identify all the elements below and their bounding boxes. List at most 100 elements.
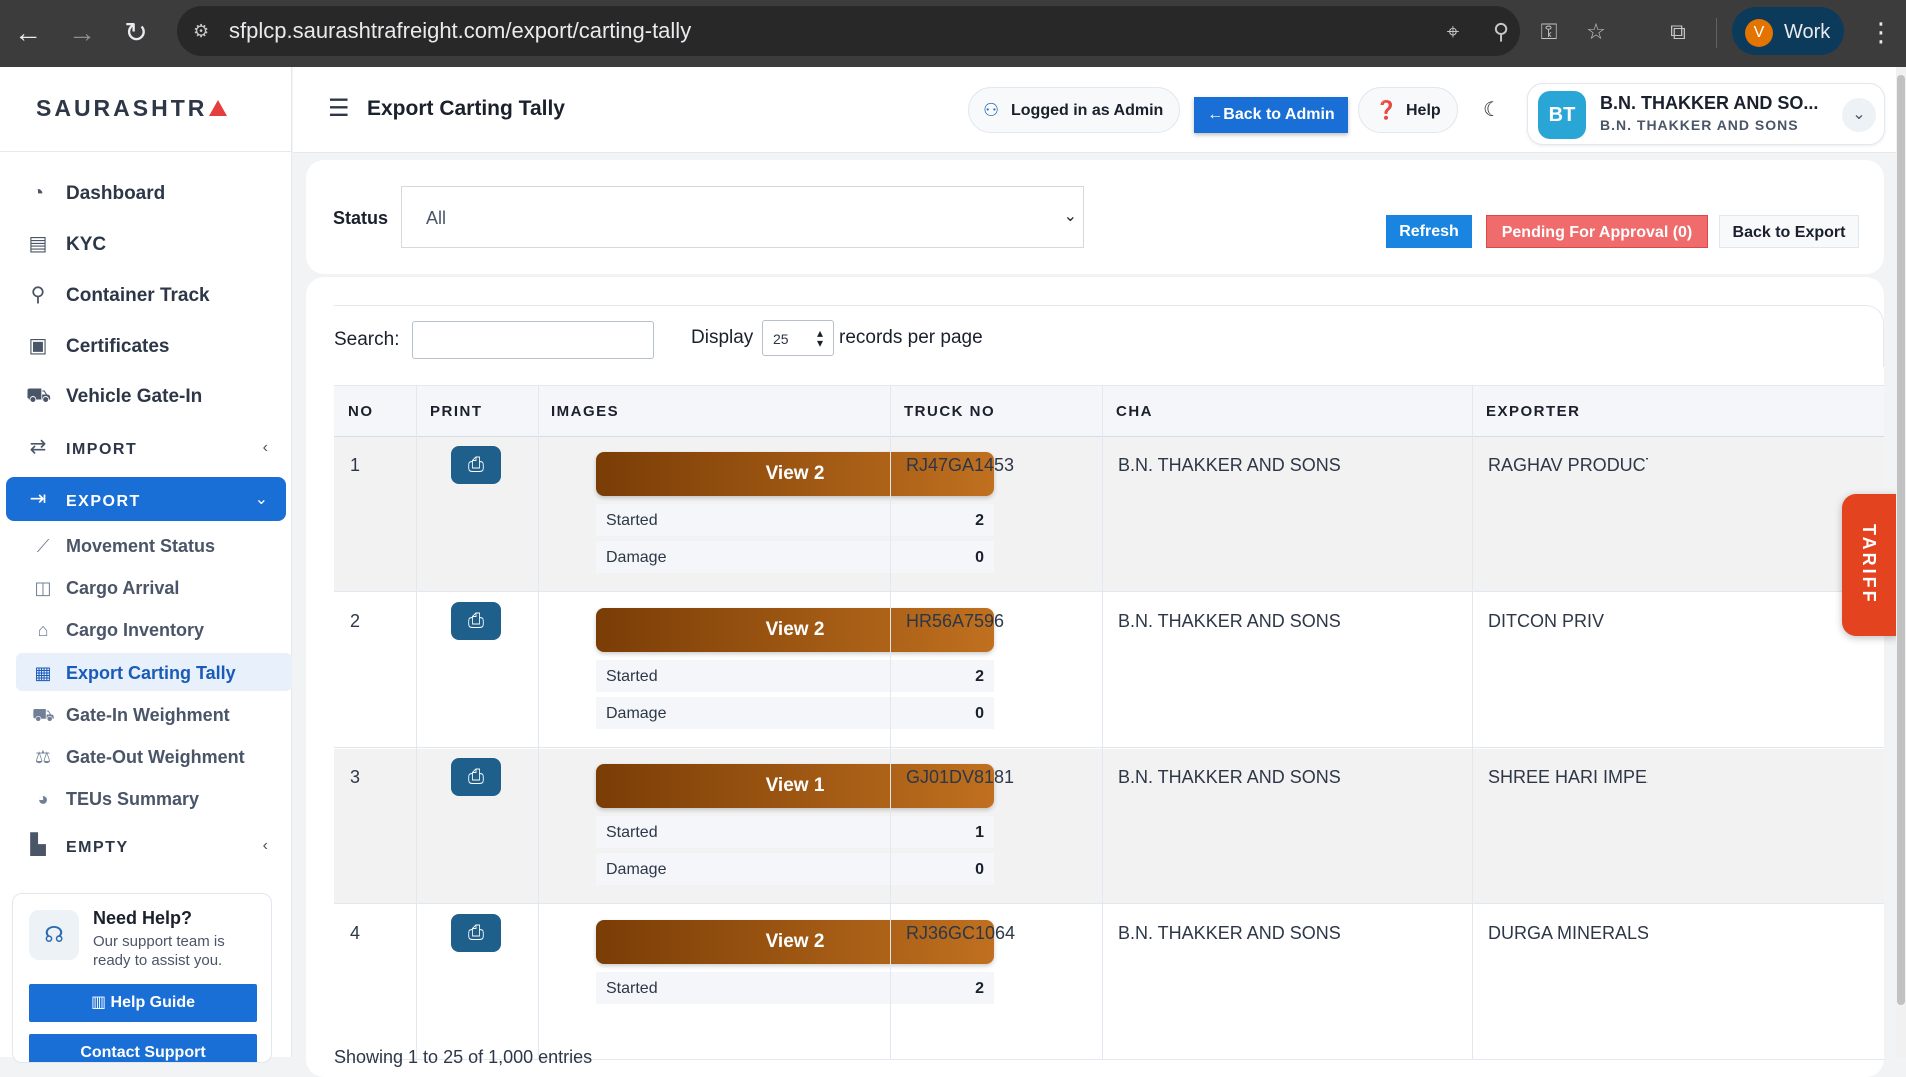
sidebar-sub-label: Movement Status <box>66 536 216 556</box>
help-guide-button[interactable]: ▥ Help Guide <box>29 984 257 1022</box>
line-chart-icon: ⟋ <box>36 536 50 556</box>
scrollbar-thumb[interactable] <box>1897 75 1905 1005</box>
sort-arrows-icon: ▴ ▾ <box>816 326 823 350</box>
logo-divider <box>0 151 292 152</box>
page-header: ☰ Export Carting Tally ⚇ Logged in as Ad… <box>293 67 1906 153</box>
key-icon[interactable]: ⚿ <box>1535 18 1563 46</box>
table-row: 2 ⎙ View 2 Started 2 Damage 0 HR56A7596 B.… <box>334 593 1884 748</box>
search-input[interactable] <box>412 321 654 359</box>
print-button[interactable]: ⎙ <box>451 602 501 640</box>
sidebar-sub-cargo-inventory[interactable]: ⌂ Cargo Inventory <box>16 610 292 648</box>
site-info-icon[interactable]: ⚙ <box>193 19 217 43</box>
chevron-down-icon[interactable]: ⌄ <box>1842 98 1876 132</box>
column-header-truck-no[interactable]: TRUCK NO <box>904 404 995 420</box>
started-value: 1 <box>975 824 984 841</box>
sidebar-sub-movement-status[interactable]: ⟋ Movement Status <box>16 526 292 564</box>
print-button[interactable]: ⎙ <box>451 446 501 484</box>
print-button[interactable]: ⎙ <box>451 758 501 796</box>
search-label: Search: <box>334 329 400 350</box>
printer-icon: ⎙ <box>468 766 484 788</box>
toolbar-divider <box>1716 18 1717 48</box>
column-divider <box>1472 385 1473 1060</box>
pie-chart-icon: ◕ <box>37 789 49 809</box>
display-label: Display <box>691 327 754 348</box>
back-arrow-icon[interactable]: ← <box>8 13 48 53</box>
reload-icon[interactable]: ↻ <box>116 13 156 53</box>
damage-value: 0 <box>975 549 984 566</box>
printer-icon: ⎙ <box>468 922 484 944</box>
profile-label: Work <box>1784 21 1831 43</box>
chevron-down-icon: ⌄ <box>254 491 268 508</box>
damage-value: 0 <box>975 705 984 722</box>
sidebar-item-vehicle-gate-in[interactable]: ⛟ Vehicle Gate-In <box>6 374 286 418</box>
url-text[interactable]: sfplcp.saurashtrafreight.com/export/cart… <box>229 18 691 44</box>
column-header-print[interactable]: PRINT <box>430 404 483 420</box>
refresh-button[interactable]: Refresh <box>1386 215 1472 248</box>
kyc-icon: ▤ <box>28 233 48 255</box>
user-company: B.N. THAKKER AND SONS <box>1600 117 1799 133</box>
profile-button[interactable]: V Work <box>1732 7 1844 55</box>
print-button[interactable]: ⎙ <box>451 914 501 952</box>
clipboard-list-icon: ▦ <box>34 663 52 683</box>
zoom-icon[interactable]: ⚲ <box>1487 18 1515 46</box>
tariff-tab[interactable]: TARIFF <box>1842 494 1898 636</box>
back-to-export-button[interactable]: Back to Export <box>1719 215 1859 248</box>
damage-value: 0 <box>975 861 984 878</box>
sidebar: SAURASHTR ◔ Dashboard ▤ KYC ⚲ Container … <box>0 67 292 1063</box>
contact-support-label: Contact Support <box>80 1044 206 1061</box>
hamburger-menu-icon[interactable]: ☰ <box>328 97 350 121</box>
export-icon: ⇥ <box>29 488 47 510</box>
truck-no: RJ47GA1453 <box>906 455 1015 475</box>
browser-menu-icon[interactable]: ⋮ <box>1868 14 1894 50</box>
started-label: Started <box>606 980 658 997</box>
swap-arrows-icon: ⇄ <box>29 436 47 458</box>
brand-logo[interactable]: SAURASHTR <box>36 95 228 122</box>
status-select[interactable]: All ⌄ <box>401 186 1084 248</box>
column-header-cha[interactable]: CHA <box>1116 404 1153 420</box>
forward-arrow-icon[interactable]: → <box>62 13 102 53</box>
sidebar-item-certificates[interactable]: ▣ Certificates <box>6 324 286 368</box>
sidebar-sub-cargo-arrival[interactable]: ◫ Cargo Arrival <box>16 568 292 606</box>
user-menu[interactable]: BT B.N. THAKKER AND SO... B.N. THAKKER A… <box>1527 83 1885 145</box>
back-to-admin-button[interactable]: ←Back to Admin <box>1194 97 1348 133</box>
sidebar-sub-teus-summary[interactable]: ◕ TEUs Summary <box>16 779 292 817</box>
page-scrollbar[interactable] <box>1896 67 1906 1057</box>
sidebar-item-kyc[interactable]: ▤ KYC <box>6 222 286 266</box>
sidebar-sub-export-carting-tally[interactable]: ▦ Export Carting Tally <box>16 653 292 691</box>
help-button[interactable]: ❓ Help <box>1358 87 1458 133</box>
sidebar-item-import[interactable]: ⇄ IMPORT ‹ <box>6 425 286 469</box>
sidebar-item-export[interactable]: ⇥ EXPORT ⌄ <box>6 477 286 521</box>
chevron-down-icon: ⌄ <box>1063 208 1077 225</box>
printer-icon: ⎙ <box>468 610 484 632</box>
column-divider <box>416 385 417 1060</box>
sidebar-item-label: Certificates <box>66 336 170 357</box>
started-count: Started 1 <box>596 816 994 848</box>
sidebar-item-empty[interactable]: ▙ EMPTY ‹ <box>6 823 286 867</box>
started-label: Started <box>606 668 658 685</box>
help-guide-label: Help Guide <box>110 994 195 1011</box>
sidebar-sub-gate-in-weighment[interactable]: ⛟ Gate-In Weighment <box>16 695 292 733</box>
table-header-row: NO PRINT IMAGES TRUCK NO CHA EXPORTER <box>334 385 1884 437</box>
chevron-left-icon: ‹ <box>262 439 268 456</box>
location-icon[interactable]: ⌖ <box>1439 18 1467 46</box>
column-header-exporter[interactable]: EXPORTER <box>1486 404 1581 420</box>
pending-approval-button[interactable]: Pending For Approval (0) <box>1486 215 1708 248</box>
logo-text: SAURASHTR <box>36 95 208 121</box>
damage-count: Damage 0 <box>596 697 994 729</box>
sidebar-sub-label: TEUs Summary <box>66 789 200 809</box>
headset-icon: ☊ <box>29 910 79 960</box>
column-header-no[interactable]: NO <box>348 404 374 420</box>
question-circle-icon: ❓ <box>1375 100 1398 120</box>
extensions-icon[interactable]: ⧉ <box>1662 16 1694 48</box>
address-bar[interactable]: ⚙ sfplcp.saurashtrafreight.com/export/ca… <box>177 6 1606 56</box>
started-value: 2 <box>975 512 984 529</box>
page-size-select[interactable]: 25 ▴ ▾ <box>762 320 834 356</box>
sidebar-item-dashboard[interactable]: ◔ Dashboard <box>6 171 286 215</box>
sidebar-item-container-track[interactable]: ⚲ Container Track <box>6 273 286 317</box>
page-title: Export Carting Tally <box>367 97 565 120</box>
moon-icon[interactable]: ☾ <box>1477 95 1507 125</box>
bookmark-star-icon[interactable]: ☆ <box>1582 18 1610 46</box>
column-header-images[interactable]: IMAGES <box>551 404 619 420</box>
contact-support-button[interactable]: Contact Support <box>29 1034 257 1062</box>
sidebar-sub-gate-out-weighment[interactable]: ⚖ Gate-Out Weighment <box>16 737 292 775</box>
